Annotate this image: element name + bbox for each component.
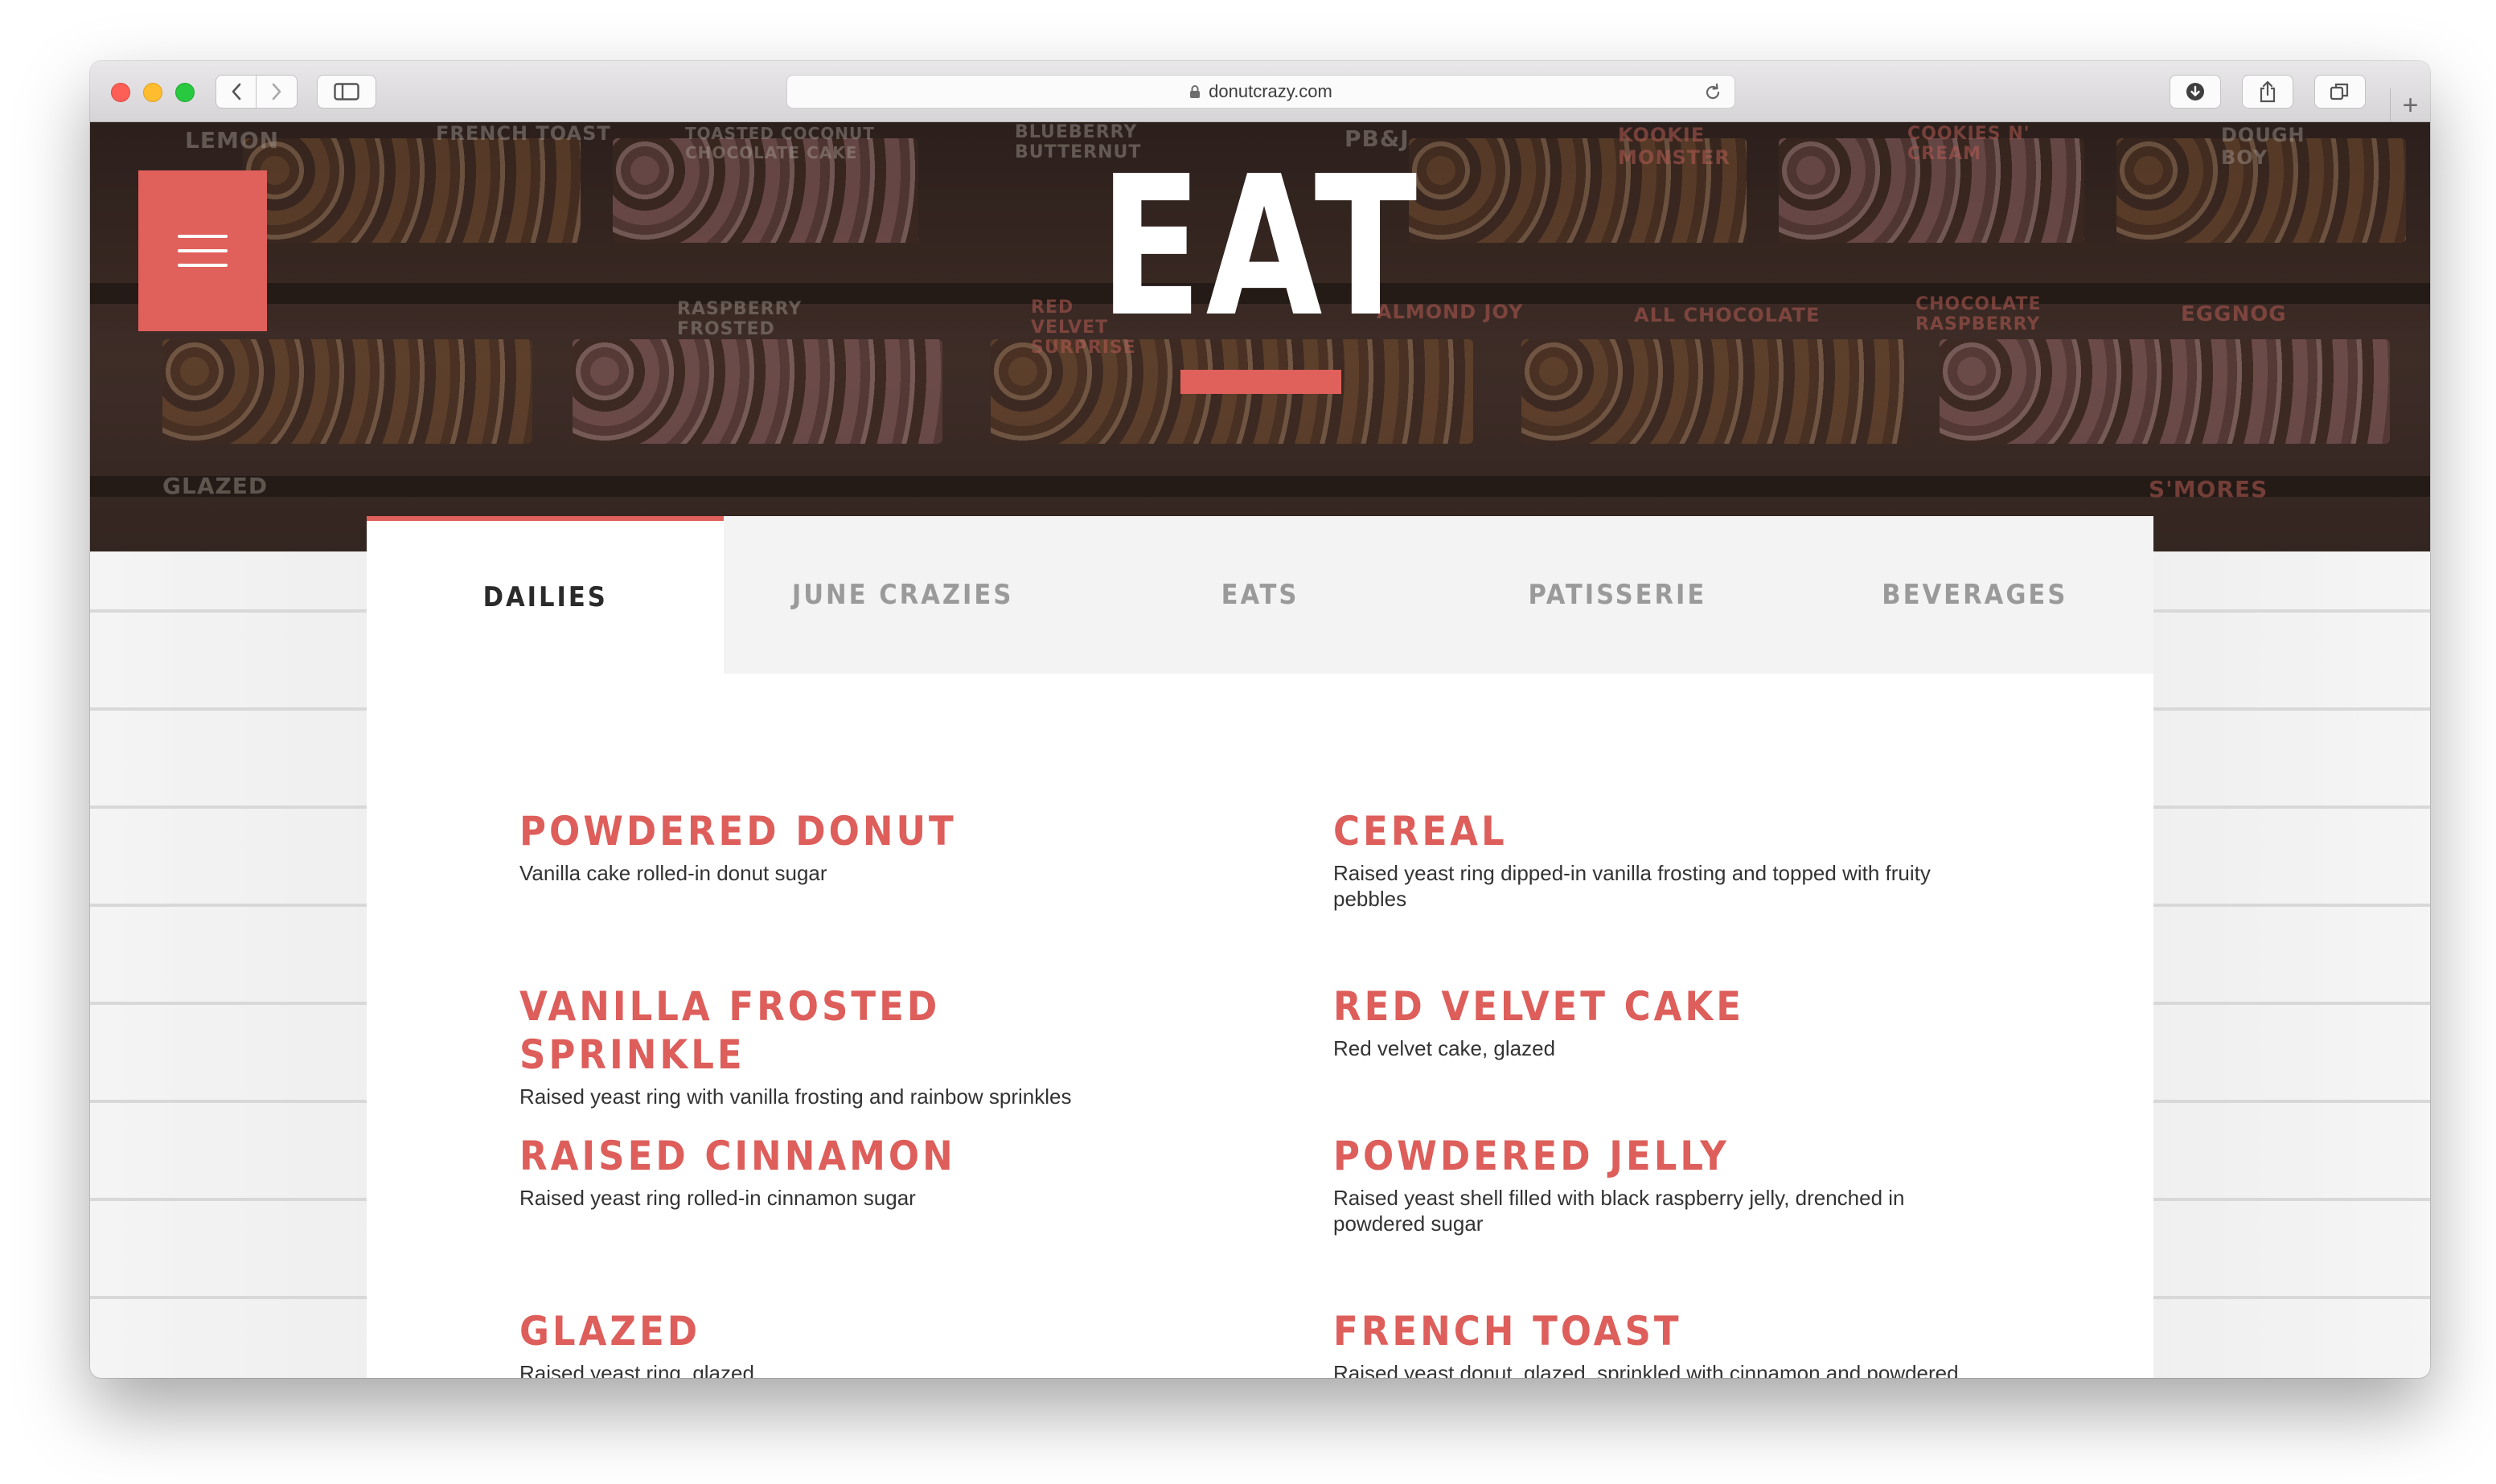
tab-patisserie[interactable]: PATISSERIE [1439,516,1796,674]
page-title: EAT [1099,134,1421,359]
menu-tabs: DAILIES JUNE CRAZIES EATS PATISSERIE BEV… [367,516,2153,674]
menu-item-desc: Raised yeast ring dipped-in vanilla fros… [1333,861,1931,911]
close-window-button[interactable] [111,83,130,102]
lock-icon [1190,85,1201,98]
tab-eats[interactable]: EATS [1082,516,1439,674]
download-icon [2186,83,2204,100]
tab-dailies[interactable]: DAILIES [367,516,725,674]
new-tab-button[interactable]: + [2390,88,2430,122]
tab-beverages[interactable]: BEVERAGES [1796,516,2153,674]
menu-item-name: RAISED CINNAMON [519,1133,956,1179]
menu-item: GLAZED Raised yeast ring, glazed [519,1307,1179,1378]
hero-banner: LEMON FRENCH TOAST TOASTED COCONUT CHOCO… [90,122,2430,551]
downloads-button[interactable] [2170,75,2221,109]
zoom-window-button[interactable] [175,83,195,102]
menu-item: RED VELVET CAKE Red velvet cake, glazed [1333,982,1993,1061]
chevron-right-icon [272,83,281,100]
reload-icon[interactable] [1702,82,1723,103]
web-page: LEMON FRENCH TOAST TOASTED COCONUT CHOCO… [90,122,2430,1378]
history-nav-group [216,75,298,109]
sidebar-toggle-button[interactable] [317,75,376,109]
menu-item-desc: Raised yeast ring with vanilla frosting … [519,1084,1072,1109]
menu-card: DAILIES JUNE CRAZIES EATS PATISSERIE BEV… [367,516,2153,1378]
forward-button[interactable] [257,76,297,108]
browser-toolbar: donutcrazy.com + [90,61,2430,122]
tab-overview-button[interactable] [2314,75,2366,109]
address-bar[interactable]: donutcrazy.com [786,75,1735,109]
menu-item-desc: Raised yeast ring, glazed [519,1361,754,1378]
tabs-icon [2330,83,2349,100]
plus-icon: + [2402,89,2419,121]
menu-item-name: POWDERED DONUT [519,808,957,855]
menu-item-name: GLAZED [519,1308,701,1355]
menu-item-desc: Raised yeast shell filled with black ras… [1333,1186,1905,1236]
menu-item-desc: Vanilla cake rolled-in donut sugar [519,861,827,885]
menu-item-name: RED VELVET CAKE [1333,983,1745,1030]
browser-window: donutcrazy.com + LEMON FRENCH TOAST TOAS… [90,61,2430,1378]
menu-item-desc: Red velvet cake, glazed [1333,1036,1556,1060]
minimize-window-button[interactable] [143,83,162,102]
hamburger-menu-button[interactable] [138,170,267,331]
menu-item: POWDERED DONUT Vanilla cake rolled-in do… [519,807,1179,886]
menu-item: RAISED CINNAMON Raised yeast ring rolled… [519,1132,1179,1211]
title-underline [1180,370,1341,394]
menu-item: CEREAL Raised yeast ring dipped-in vanil… [1333,807,1993,912]
back-button[interactable] [216,76,257,108]
chevron-left-icon [232,83,240,100]
share-icon [2260,80,2276,103]
tab-june-crazies[interactable]: JUNE CRAZIES [724,516,1081,674]
menu-item-desc: Raised yeast donut, glazed, sprinkled wi… [1333,1361,1959,1378]
hamburger-line-icon [178,249,228,252]
menu-item: VANILLA FROSTED SPRINKLE Raised yeast ri… [519,982,1179,1109]
menu-item-name: FRENCH TOAST [1333,1308,1682,1355]
menu-item-name: CEREAL [1333,808,1508,855]
sidebar-icon [334,83,359,100]
share-button[interactable] [2242,75,2293,109]
menu-item: FRENCH TOAST Raised yeast donut, glazed,… [1333,1307,1993,1378]
url-text: donutcrazy.com [1209,81,1332,101]
menu-item-name: VANILLA FROSTED SPRINKLE [519,983,941,1078]
menu-item-name: POWDERED JELLY [1333,1133,1730,1179]
menu-item-desc: Raised yeast ring rolled-in cinnamon sug… [519,1186,916,1210]
hamburger-line-icon [178,264,228,267]
hamburger-line-icon [178,235,228,238]
menu-item: POWDERED JELLY Raised yeast shell filled… [1333,1132,1993,1236]
